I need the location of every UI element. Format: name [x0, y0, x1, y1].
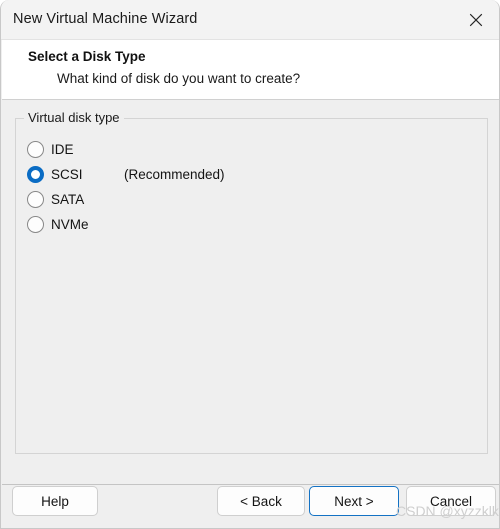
radio-label: NVMe — [51, 216, 89, 232]
page-title: Select a Disk Type — [28, 49, 146, 64]
close-icon — [469, 13, 483, 27]
radio-indicator — [27, 140, 44, 158]
back-button[interactable]: < Back — [217, 486, 305, 516]
close-button[interactable] — [453, 0, 499, 39]
groupbox-legend: Virtual disk type — [24, 110, 124, 125]
next-button[interactable]: Next > — [309, 486, 399, 516]
radio-label: SCSI — [51, 166, 83, 182]
title-bar: New Virtual Machine Wizard — [1, 0, 499, 40]
wizard-content: Virtual disk type IDE SCSI (Recommended)… — [2, 101, 499, 485]
window-title: New Virtual Machine Wizard — [13, 11, 198, 27]
wizard-window: New Virtual Machine Wizard Select a Disk… — [0, 0, 500, 529]
radio-option-nvme[interactable]: NVMe — [27, 213, 89, 235]
radio-indicator — [27, 215, 44, 233]
virtual-disk-type-groupbox: Virtual disk type IDE SCSI (Recommended)… — [15, 110, 488, 454]
radio-option-scsi[interactable]: SCSI (Recommended) — [27, 163, 225, 185]
radio-option-ide[interactable]: IDE — [27, 138, 74, 160]
radio-recommended-note: (Recommended) — [124, 166, 225, 182]
wizard-footer: Help < Back Next > Cancel — [2, 486, 499, 528]
radio-label: IDE — [51, 141, 74, 157]
radio-indicator — [27, 190, 44, 208]
help-button[interactable]: Help — [12, 486, 98, 516]
cancel-button[interactable]: Cancel — [406, 486, 496, 516]
radio-indicator-selected — [27, 165, 44, 183]
radio-label: SATA — [51, 191, 85, 207]
wizard-header: Select a Disk Type What kind of disk do … — [2, 40, 499, 100]
page-subtitle: What kind of disk do you want to create? — [57, 71, 301, 86]
radio-option-sata[interactable]: SATA — [27, 188, 84, 210]
